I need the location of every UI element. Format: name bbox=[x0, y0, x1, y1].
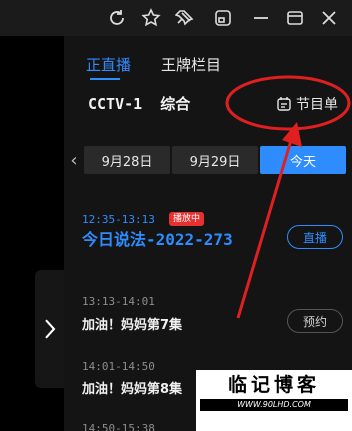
date-tab-0928[interactable]: 9月28日 bbox=[84, 146, 170, 174]
channel-name: CCTV-1 综合 bbox=[88, 95, 191, 113]
program-time: 14:01-14:50 bbox=[82, 360, 155, 373]
star-icon[interactable] bbox=[140, 7, 162, 29]
date-prev-button[interactable]: ‹ bbox=[66, 146, 82, 174]
pin-icon[interactable] bbox=[174, 7, 196, 29]
tab-live[interactable]: 正直播 bbox=[86, 54, 131, 75]
now-playing-badge: 播放中 bbox=[169, 212, 205, 226]
chevron-right-icon bbox=[45, 319, 56, 339]
date-tab-0929[interactable]: 9月29日 bbox=[172, 146, 258, 174]
program-title[interactable]: 今日说法-2022-273 bbox=[82, 229, 242, 250]
chevron-left-icon: ‹ bbox=[70, 149, 78, 171]
calendar-icon bbox=[277, 97, 291, 111]
maximize-icon[interactable] bbox=[284, 7, 306, 29]
watermark-title: 临记博客 bbox=[227, 374, 320, 396]
close-icon[interactable] bbox=[318, 7, 340, 29]
screenshot-icon[interactable] bbox=[212, 7, 234, 29]
date-tab-today[interactable]: 今天 bbox=[260, 146, 346, 174]
refresh-icon[interactable] bbox=[106, 7, 128, 29]
program-title[interactable]: 加油！妈妈第7集 bbox=[82, 314, 182, 333]
schedule-button[interactable]: 节目单 bbox=[276, 94, 338, 114]
window-titlebar bbox=[0, 0, 352, 36]
tab-featured-columns[interactable]: 王牌栏目 bbox=[161, 54, 221, 75]
program-time: 14:50-15:38 bbox=[82, 422, 155, 431]
live-button[interactable]: 直播 bbox=[287, 225, 343, 249]
program-time: 13:13-14:01 bbox=[82, 295, 155, 308]
active-tab-indicator bbox=[90, 78, 120, 80]
program-title[interactable]: 加油！妈妈第8集 bbox=[82, 378, 182, 397]
watermark-url: WWW.90LHD.COM bbox=[200, 399, 348, 411]
watermark-logo: 临记博客 WWW.90LHD.COM bbox=[196, 370, 352, 431]
program-time: 12:35-13:13 bbox=[82, 213, 155, 226]
minimize-icon[interactable] bbox=[250, 7, 272, 29]
next-channel-button[interactable] bbox=[35, 270, 65, 388]
reserve-button[interactable]: 预约 bbox=[287, 309, 343, 333]
schedule-button-label: 节目单 bbox=[296, 97, 338, 113]
